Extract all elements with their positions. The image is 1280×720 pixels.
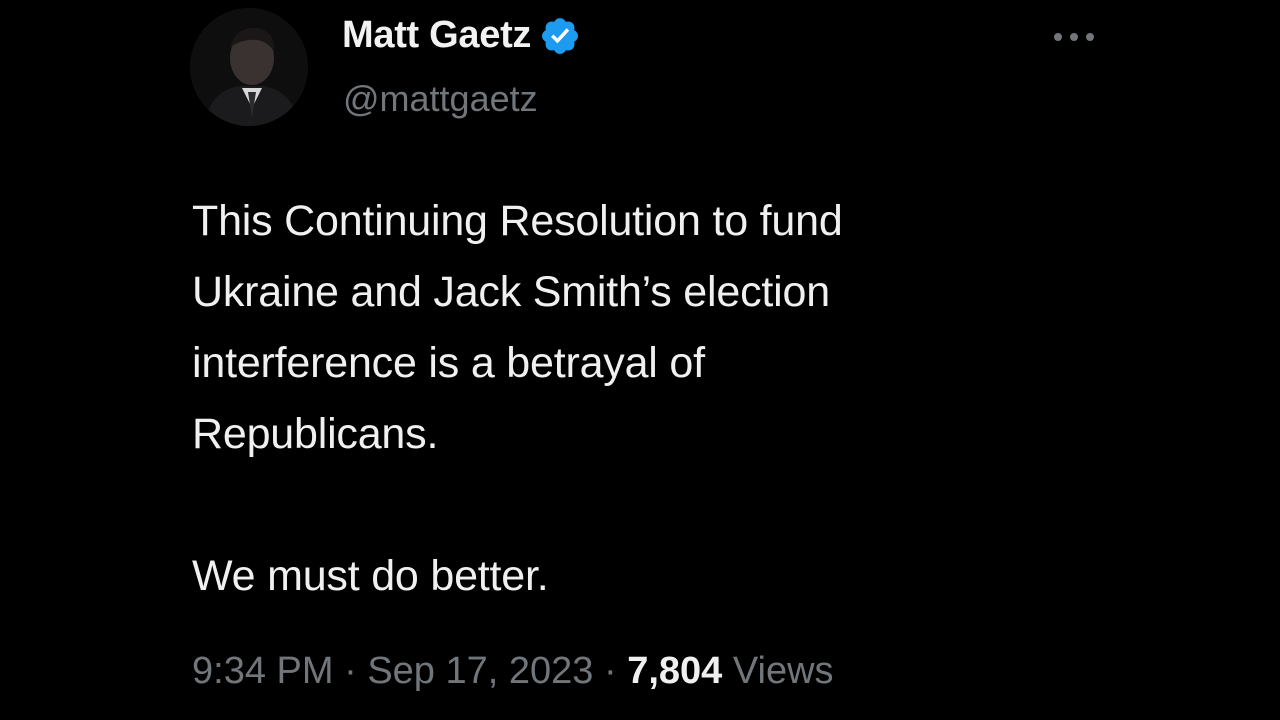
meta-separator: · <box>603 650 617 692</box>
tweet-date[interactable]: Sep 17, 2023 <box>367 650 593 692</box>
tweet-text-line: Republicans. <box>192 410 439 458</box>
tweet-text: This Continuing Resolution to fund Ukrai… <box>192 186 1052 612</box>
more-options-button[interactable] <box>1048 22 1100 52</box>
tweet-text-line: Ukraine and Jack Smith’s election <box>192 268 830 316</box>
verified-badge-icon <box>542 17 579 54</box>
meta-separator: · <box>344 650 357 692</box>
views-count: 7,804 <box>627 650 723 692</box>
avatar[interactable] <box>190 8 308 126</box>
tweet-text-line: We must do better. <box>192 552 549 600</box>
tweet-text-line: This Continuing Resolution to fund <box>192 197 843 245</box>
avatar-image <box>190 8 308 126</box>
user-handle[interactable]: @mattgaetz <box>343 78 538 120</box>
tweet-time[interactable]: 9:34 PM <box>192 650 334 692</box>
views-label: Views <box>732 650 834 692</box>
more-horizontal-icon <box>1054 33 1094 41</box>
tweet: Matt Gaetz @mattgaetz This Continuing Re… <box>0 0 1280 720</box>
display-name-row: Matt Gaetz <box>342 14 581 57</box>
display-name[interactable]: Matt Gaetz <box>342 14 531 57</box>
tweet-metadata: 9:34 PM · Sep 17, 2023 · 7,804 Views <box>192 650 834 693</box>
tweet-text-line: interference is a betrayal of <box>192 339 705 387</box>
